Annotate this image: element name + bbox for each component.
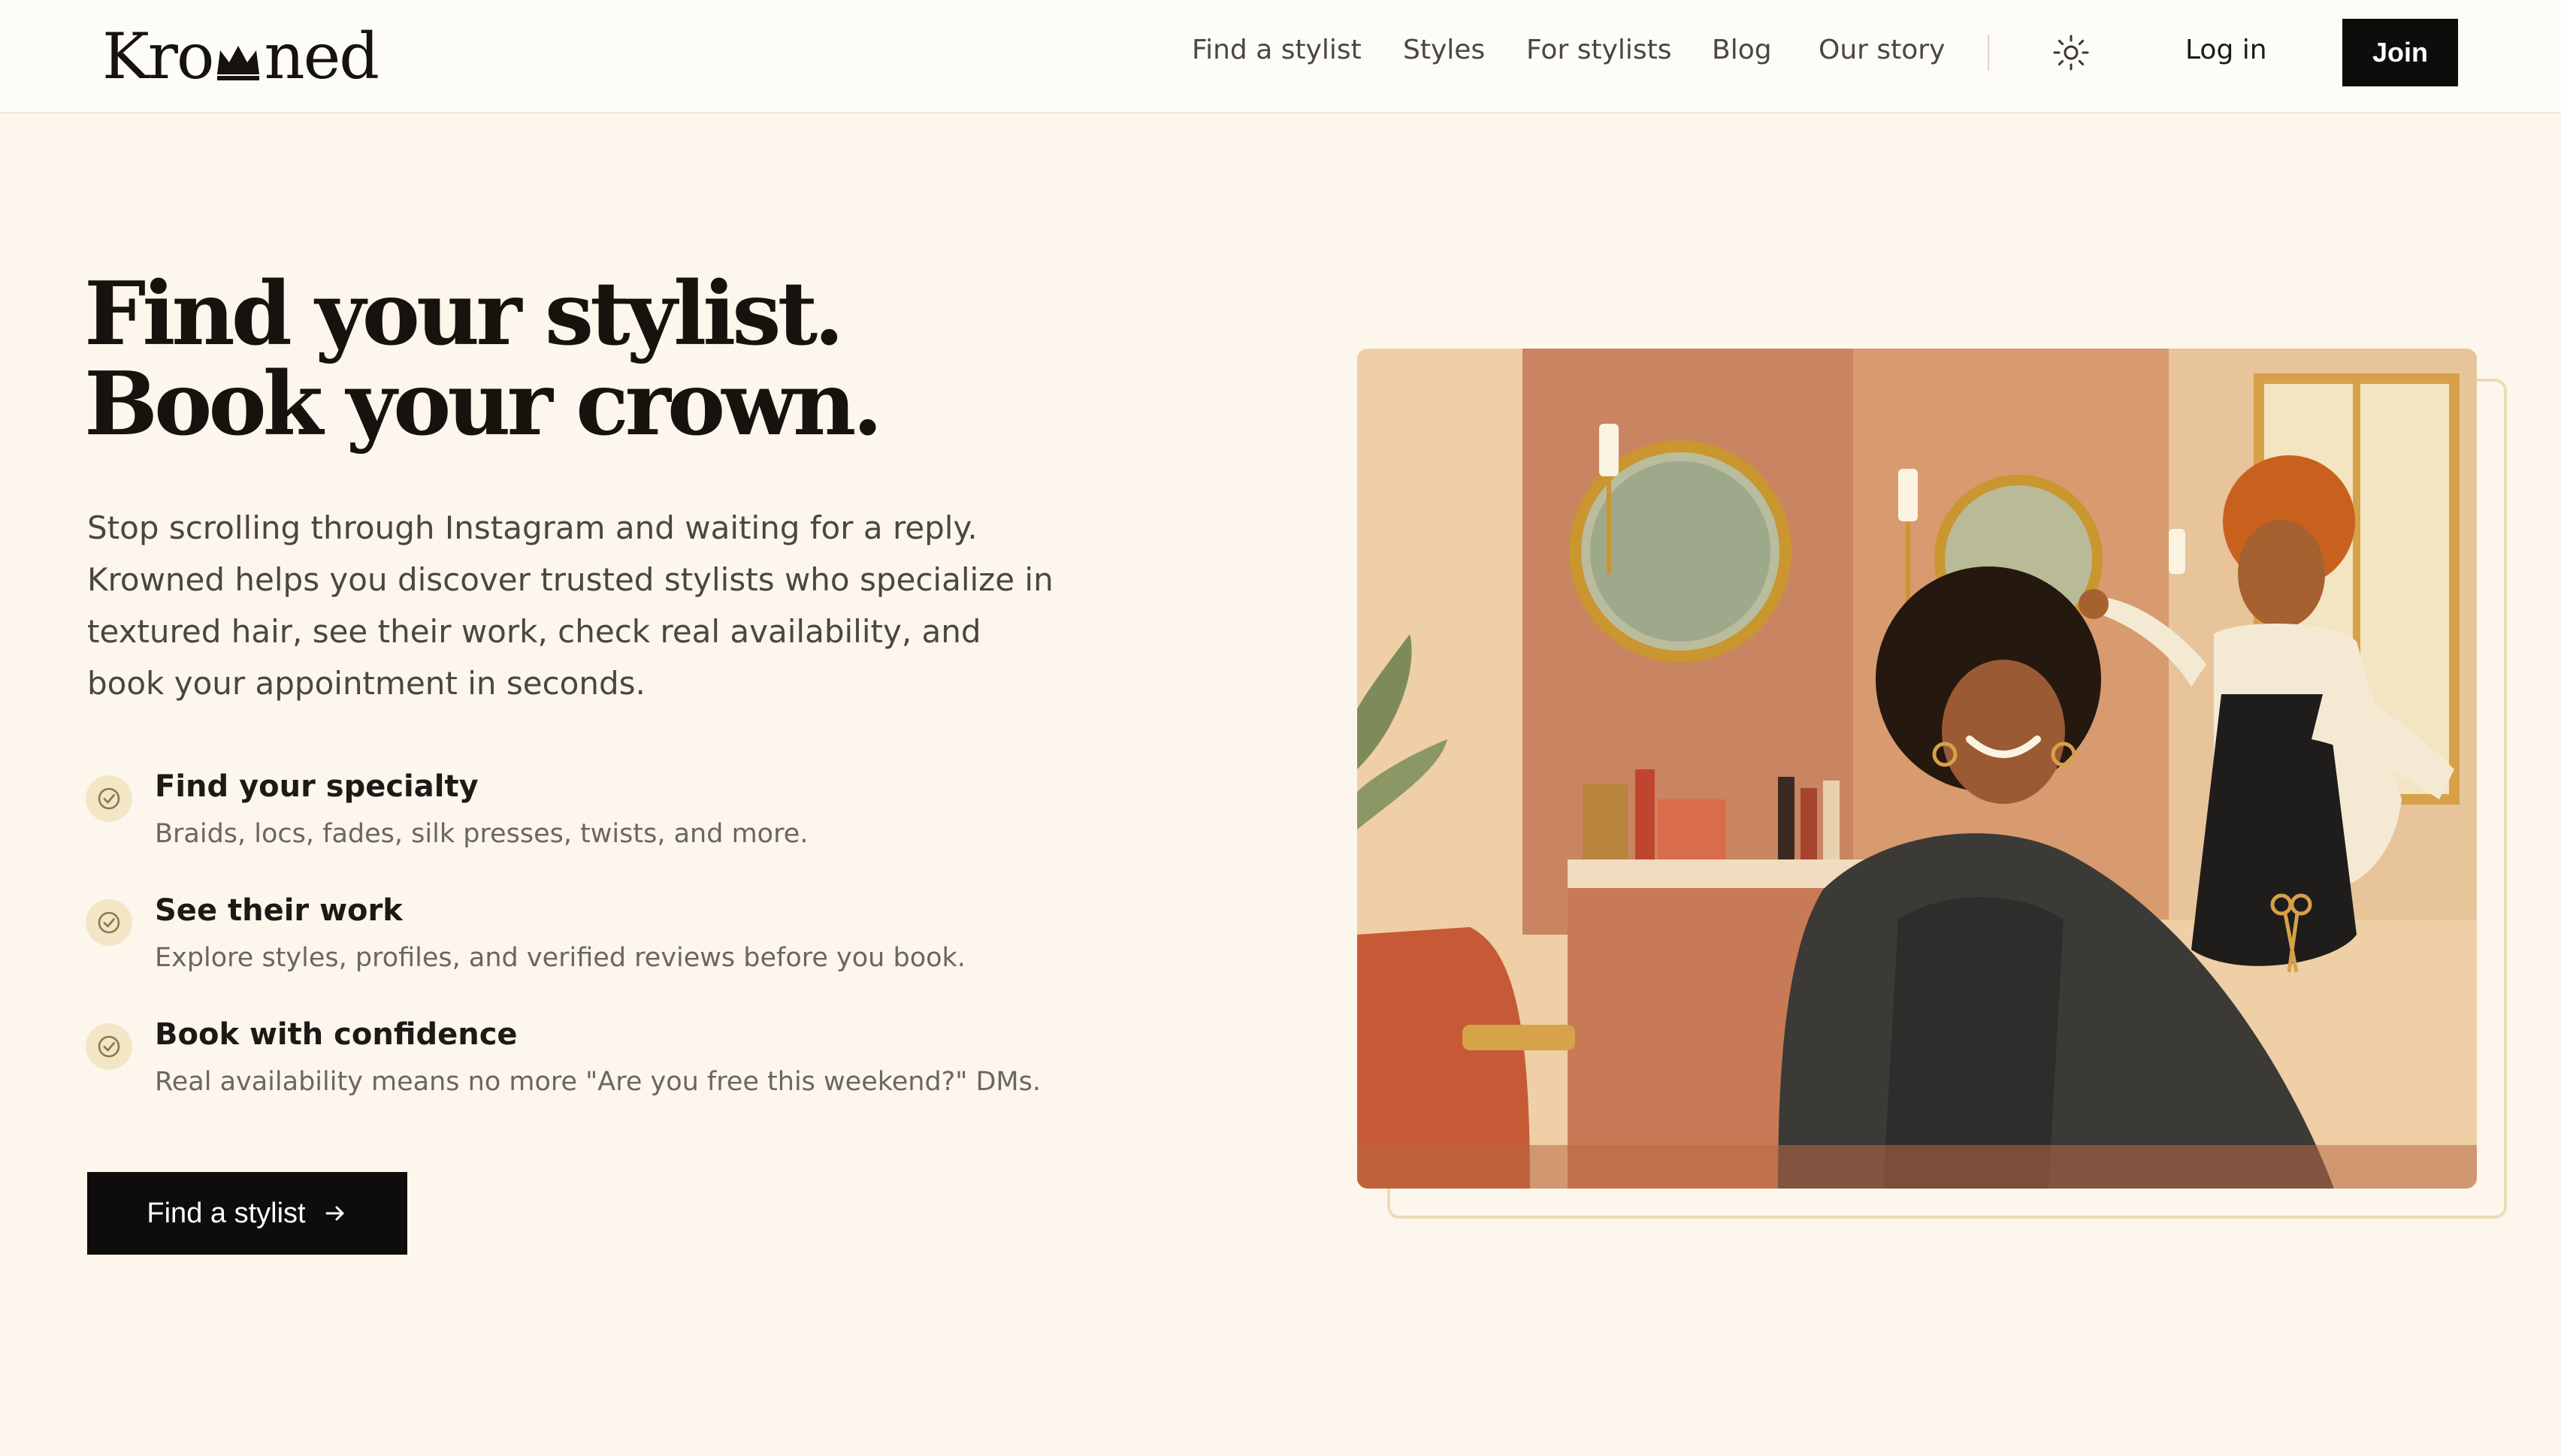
feature-description: Real availability means no more "Are you…: [155, 1067, 1041, 1097]
krowned-logo[interactable]: Kro ned: [102, 15, 379, 98]
nav-blog[interactable]: Blog: [1712, 35, 1772, 65]
salon-illustration: [1357, 349, 2477, 1189]
feature-item: See their work Explore styles, profiles,…: [84, 890, 1136, 988]
site-header: Kro ned Find a stylist Styles For stylis…: [0, 0, 2561, 113]
nav-for-stylists[interactable]: For stylists: [1526, 35, 1672, 65]
check-circle-icon: [86, 899, 132, 946]
salon-scene: [1357, 349, 2477, 1189]
feature-item: Book with confidence Real availability m…: [84, 1014, 1136, 1112]
login-link[interactable]: Log in: [2185, 35, 2267, 65]
nav-find-a-stylist[interactable]: Find a stylist: [1192, 35, 1362, 65]
nav-divider: [1988, 35, 1989, 71]
feature-title: See their work: [155, 893, 403, 928]
find-a-stylist-button[interactable]: Find a stylist: [87, 1172, 407, 1255]
feature-description: Explore styles, profiles, and verified r…: [155, 943, 966, 973]
hero-description: Stop scrolling through Instagram and wai…: [87, 509, 1054, 702]
feature-title: Find your specialty: [155, 769, 479, 804]
crown-icon: [217, 46, 260, 80]
join-button[interactable]: Join: [2342, 19, 2458, 86]
arrow-right-icon: [325, 1206, 344, 1221]
logo-text-start: Kro: [102, 20, 214, 93]
feature-description: Braids, locs, fades, silk presses, twist…: [155, 819, 809, 849]
nav-styles[interactable]: Styles: [1403, 35, 1485, 65]
hero-title-line-2: Book your crown.: [84, 353, 883, 455]
check-circle-icon: [86, 775, 132, 822]
hero-title: Find your stylist. Book your crown.: [84, 263, 883, 455]
nav-our-story[interactable]: Our story: [1819, 35, 1945, 65]
cta-label: Find a stylist: [147, 1197, 306, 1229]
check-circle-icon: [86, 1023, 132, 1070]
logo-text-end: ned: [264, 20, 379, 93]
hero-title-line-1: Find your stylist.: [84, 263, 845, 365]
theme-toggle-button[interactable]: [2052, 33, 2091, 72]
feature-title: Book with confidence: [155, 1017, 518, 1052]
feature-item: Find your specialty Braids, locs, fades,…: [84, 766, 1136, 864]
sun-icon: [2053, 35, 2089, 71]
